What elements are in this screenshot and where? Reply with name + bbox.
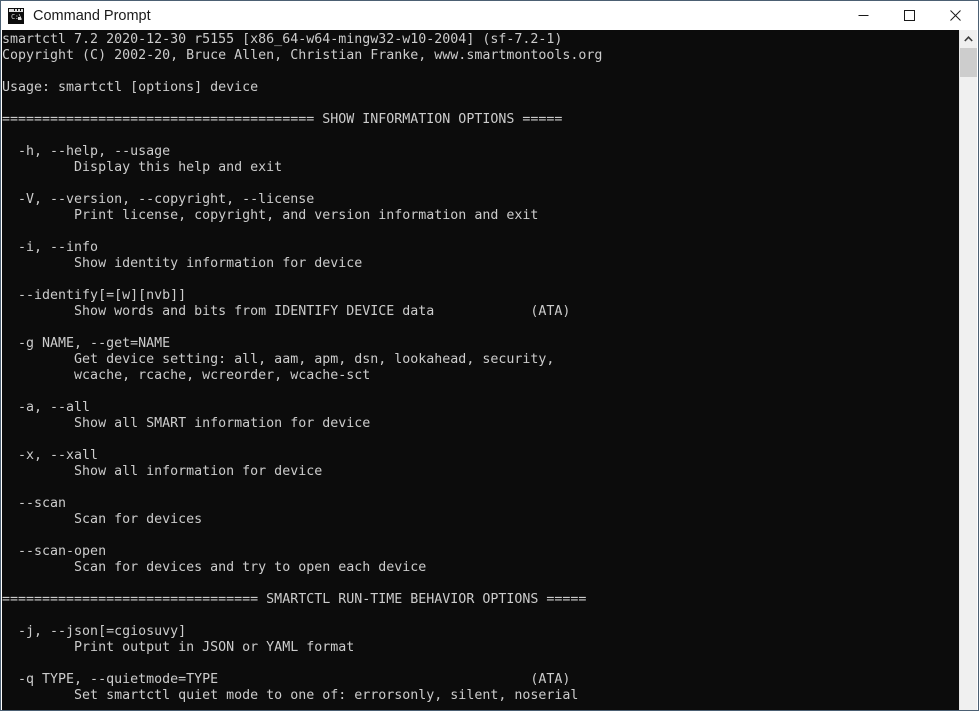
window-title: Command Prompt <box>33 7 151 24</box>
maximize-icon <box>903 10 915 21</box>
icon-cursor-block <box>18 16 21 20</box>
console-output-area[interactable]: smartctl 7.2 2020-12-30 r5155 [x86_64-w6… <box>2 30 961 710</box>
minimize-icon <box>858 15 868 16</box>
icon-dot-2 <box>17 9 18 11</box>
chevron-up-icon <box>964 36 973 42</box>
scrollbar-thumb[interactable] <box>960 48 977 77</box>
command-prompt-icon: C:\ <box>8 7 24 24</box>
vertical-scrollbar[interactable] <box>959 30 977 710</box>
scrollbar-track[interactable] <box>960 77 977 710</box>
close-button[interactable] <box>932 1 978 30</box>
minimize-button[interactable] <box>840 1 886 30</box>
command-prompt-window: C:\ Command Prompt smartctl 7.2 2020-12-… <box>0 0 979 711</box>
titlebar-left-group: C:\ Command Prompt <box>1 1 840 30</box>
icon-dot-3 <box>14 9 15 11</box>
window-titlebar[interactable]: C:\ Command Prompt <box>1 1 978 30</box>
scroll-up-button[interactable] <box>960 30 977 48</box>
console-text: smartctl 7.2 2020-12-30 r5155 [x86_64-w6… <box>2 32 603 703</box>
close-icon <box>949 10 961 21</box>
maximize-button[interactable] <box>886 1 932 30</box>
icon-dot-1 <box>20 9 21 11</box>
